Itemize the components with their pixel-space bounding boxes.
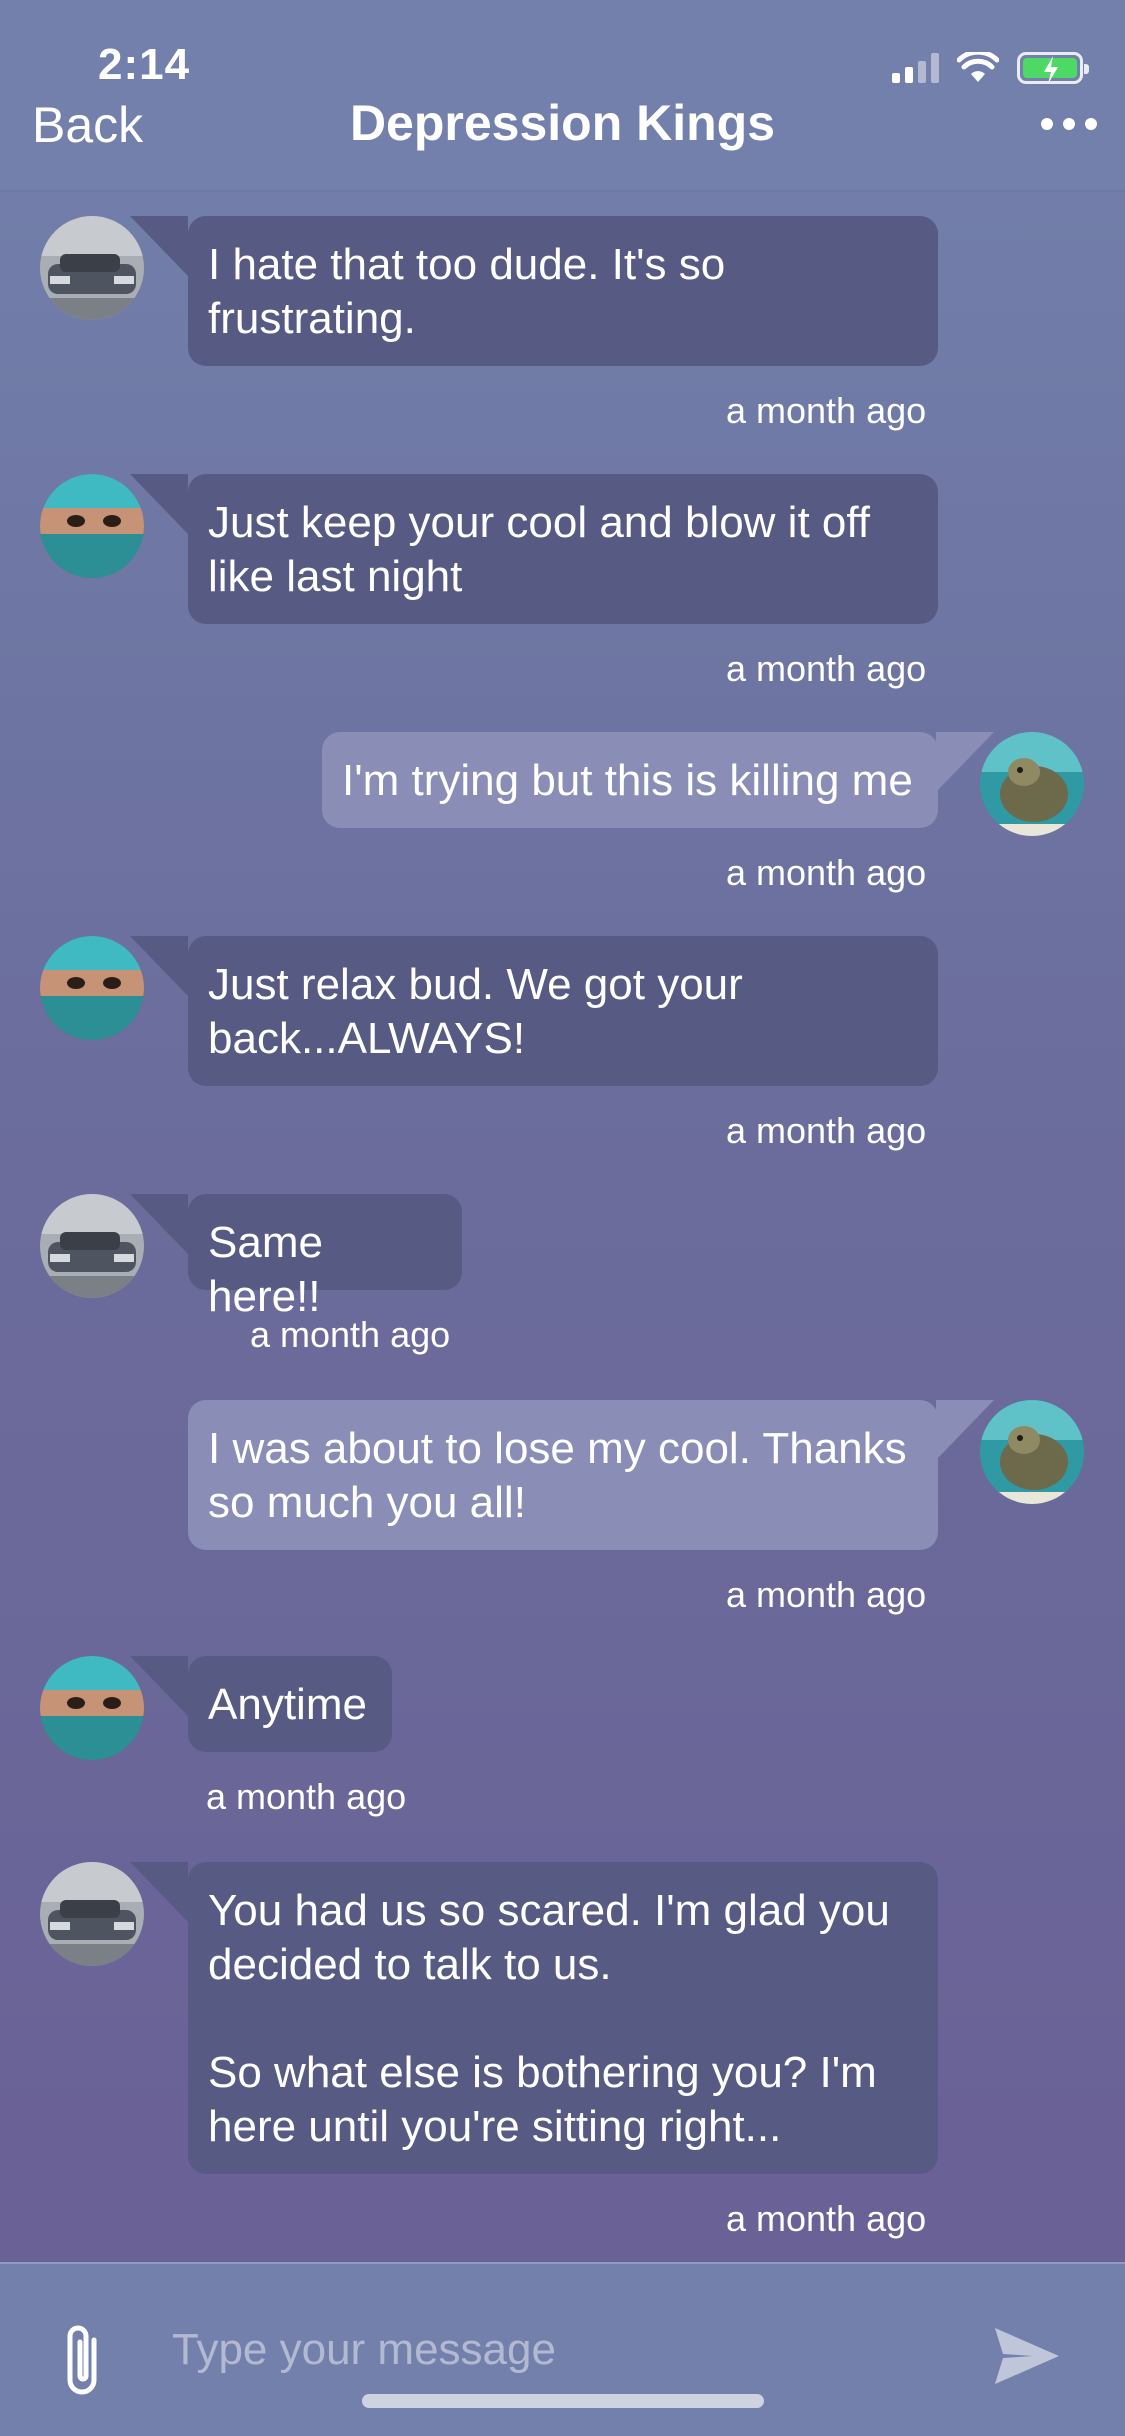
message-list[interactable]: I hate that too dude. It's so frustratin…: [0, 192, 1125, 2262]
message-timestamp: a month ago: [250, 1314, 451, 1355]
nav-header: 2:14 Back Depression Kings: [0, 0, 1125, 192]
message-bubble[interactable]: Just relax bud. We got your back...ALWAY…: [188, 936, 938, 1086]
avatar-masked[interactable]: [40, 1656, 144, 1760]
bubble-tail: [130, 216, 188, 276]
chat-title: Depression Kings: [349, 95, 776, 151]
message-timestamp: a month ago: [726, 1110, 927, 1151]
battery-charging-icon: [1017, 52, 1089, 84]
avatar-masked[interactable]: [40, 474, 144, 578]
avatar-turtle[interactable]: [980, 1400, 1084, 1504]
message-timestamp: a month ago: [726, 648, 927, 689]
avatar-car[interactable]: [40, 1862, 144, 1966]
message-bubble[interactable]: Just keep your cool and blow it off like…: [188, 474, 938, 624]
avatar-turtle[interactable]: [980, 732, 1084, 836]
bubble-tail: [130, 936, 188, 996]
bubble-tail: [130, 1862, 188, 1922]
status-time: 2:14: [98, 40, 191, 89]
cellular-signal-icon: [892, 53, 939, 83]
message-composer: [0, 2262, 1125, 2436]
bubble-tail: [130, 1194, 188, 1254]
message-bubble[interactable]: Same here!!: [188, 1194, 462, 1321]
message-timestamp: a month ago: [726, 2198, 927, 2239]
send-icon[interactable]: [993, 2326, 1061, 2386]
message-bubble[interactable]: You had us so scared. I'm glad you decid…: [188, 1862, 938, 2174]
status-icons: [892, 48, 1089, 88]
message-timestamp: a month ago: [726, 390, 927, 431]
avatar-masked[interactable]: [40, 936, 144, 1040]
message-bubble[interactable]: I hate that too dude. It's so frustratin…: [188, 216, 938, 366]
message-timestamp: a month ago: [726, 1574, 927, 1615]
message-timestamp: a month ago: [206, 1776, 407, 1817]
message-bubble[interactable]: I was about to lose my cool. Thanks so m…: [188, 1400, 938, 1550]
paperclip-icon[interactable]: [58, 2322, 108, 2400]
message-bubble[interactable]: I'm trying but this is killing me: [322, 732, 938, 828]
wifi-icon: [957, 52, 999, 82]
message-bubble[interactable]: Anytime: [188, 1656, 392, 1752]
avatar-car[interactable]: [40, 1194, 144, 1298]
message-input[interactable]: [172, 2308, 952, 2392]
ellipsis-icon[interactable]: [1041, 118, 1097, 130]
bubble-tail: [130, 1656, 188, 1716]
message-timestamp: a month ago: [726, 852, 927, 893]
bubble-tail: [130, 474, 188, 534]
avatar-car[interactable]: [40, 216, 144, 320]
home-indicator: [362, 2394, 764, 2408]
